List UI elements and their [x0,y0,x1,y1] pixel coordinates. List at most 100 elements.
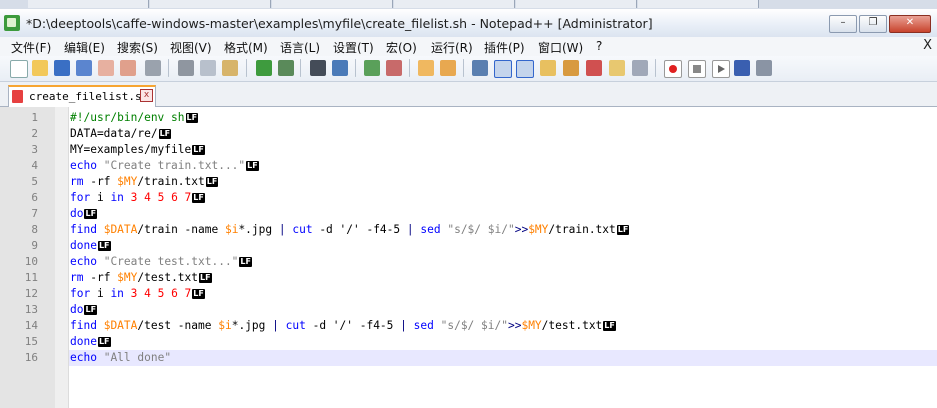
restore-button[interactable]: ❐ [859,15,887,33]
save-macro-icon[interactable] [756,60,772,76]
play-macro-icon[interactable] [712,60,730,78]
code-line[interactable]: 16 echo "All done" [0,350,937,366]
zoom-in-icon[interactable] [364,60,380,76]
code-text[interactable]: find $DATA/test -name $i*.jpg | cut -d '… [69,318,937,334]
code-line[interactable]: 15 done LF [0,334,937,350]
document-map-icon[interactable] [540,60,556,76]
cut-icon[interactable] [178,60,194,76]
code-line[interactable]: 12 for i in 3 4 5 6 7 LF [0,286,937,302]
code-line[interactable]: 3 MY=examples/myfile LF [0,142,937,158]
tab-close-icon[interactable]: x [140,89,153,102]
code-token: sed [413,319,434,332]
code-text[interactable]: rm -rf $MY/train.txt LF [69,174,937,190]
code-token: in [110,287,124,300]
code-text[interactable]: echo "All done" [69,350,937,366]
code-line[interactable]: 9 done LF [0,238,937,254]
open-file-icon[interactable] [32,60,48,76]
taskbar-tab[interactable] [516,0,637,8]
sync-vertical-icon[interactable] [418,60,434,76]
copy-icon[interactable] [200,60,216,76]
menu-macro[interactable]: 宏(O) [386,39,417,56]
folder-workspace-icon[interactable] [609,60,625,76]
code-line[interactable]: 5 rm -rf $MY/train.txt LF [0,174,937,190]
taskbar-tab[interactable] [394,0,515,8]
taskbar-tab[interactable] [638,0,759,8]
menu-language[interactable]: 语言(L) [280,39,320,56]
code-line[interactable]: 8 find $DATA/train -name $i*.jpg | cut -d… [0,222,937,238]
code-line[interactable]: 10 echo "Create test.txt..." LF [0,254,937,270]
code-line[interactable]: 2 DATA=data/re/LF [0,126,937,142]
code-text[interactable]: rm -rf $MY/test.txt LF [69,270,937,286]
code-token: | [272,319,279,332]
menu-edit[interactable]: 编辑(E) [64,39,105,56]
word-wrap-icon[interactable] [472,60,488,76]
code-text[interactable]: echo "Create train.txt..." LF [69,158,937,174]
code-text[interactable]: find $DATA/train -name $i*.jpg | cut -d … [69,222,937,238]
code-line[interactable]: 13 do LF [0,302,937,318]
redo-icon[interactable] [278,60,294,76]
close-button[interactable]: ✕ [889,15,931,33]
code-text[interactable]: DATA=data/re/LF [69,126,937,142]
taskbar-tab[interactable] [28,0,149,8]
code-text[interactable]: done LF [69,238,937,254]
code-line[interactable]: 4 echo "Create train.txt..." LF [0,158,937,174]
undo-icon[interactable] [256,60,272,76]
close-icon[interactable] [98,60,114,76]
tab-label: create_filelist.sh [29,90,149,103]
code-line[interactable]: 7 do LF [0,206,937,222]
minimize-button[interactable]: – [829,15,857,33]
editor[interactable]: 1 #!/usr/bin/env sh LF 2 DATA=data/re/LF 3 MY=… [0,107,937,408]
replace-icon[interactable] [332,60,348,76]
code-line[interactable]: 6 for i in 3 4 5 6 7 LF [0,190,937,206]
menu-settings[interactable]: 设置(T) [333,39,374,56]
menu-search[interactable]: 搜索(S) [117,39,158,56]
paste-icon[interactable] [222,60,238,76]
code-line[interactable]: 11 rm -rf $MY/test.txt LF [0,270,937,286]
menu-help[interactable]: ? [596,39,602,53]
indent-guide-icon[interactable] [516,60,534,78]
new-file-icon[interactable] [10,60,28,78]
code-text[interactable]: do LF [69,206,937,222]
tab-create-filelist[interactable]: create_filelist.sh x [8,85,156,108]
code-token: in [110,191,124,204]
stop-record-icon[interactable] [688,60,706,78]
code-token: $MY [117,175,138,188]
close-all-icon[interactable] [120,60,136,76]
code-text[interactable]: for i in 3 4 5 6 7 LF [69,190,937,206]
monitoring-icon[interactable] [632,60,648,76]
print-icon[interactable] [145,60,161,76]
code-text[interactable]: #!/usr/bin/env sh LF [69,110,937,126]
code-text[interactable]: done LF [69,334,937,350]
show-all-chars-icon[interactable] [494,60,512,78]
code-text[interactable]: do LF [69,302,937,318]
menu-format[interactable]: 格式(M) [224,39,268,56]
udl-icon[interactable] [586,60,602,76]
save-all-icon[interactable] [76,60,92,76]
sync-horizontal-icon[interactable] [440,60,456,76]
find-icon[interactable] [310,60,326,76]
menu-run[interactable]: 运行(R) [431,39,473,56]
menu-plugins[interactable]: 插件(P) [484,39,525,56]
line-number: 15 [24,335,38,348]
menu-file[interactable]: 文件(F) [11,39,51,56]
close-document-button[interactable]: X [923,38,932,53]
taskbar-tab[interactable] [272,0,393,8]
record-macro-icon[interactable] [664,60,682,78]
code-text[interactable]: MY=examples/myfile LF [69,142,937,158]
code-line[interactable]: 14 find $DATA/test -name $i*.jpg | cut -d… [0,318,937,334]
code-line[interactable]: 1 #!/usr/bin/env sh LF [0,110,937,126]
code-text[interactable]: for i in 3 4 5 6 7 LF [69,286,937,302]
run-macro-multiple-icon[interactable] [734,60,750,76]
zoom-out-icon[interactable] [386,60,402,76]
taskbar-tab[interactable] [150,0,271,8]
menu-view[interactable]: 视图(V) [170,39,212,56]
code-token: 3 4 5 6 7 [130,287,192,300]
save-icon[interactable] [54,60,70,76]
code-token: /train.txt [548,223,616,236]
code-lines: 1 #!/usr/bin/env sh LF 2 DATA=data/re/LF 3 MY=… [0,110,937,366]
code-text[interactable]: echo "Create test.txt..." LF [69,254,937,270]
code-token: $DATA [103,319,138,332]
menu-window[interactable]: 窗口(W) [538,39,583,56]
function-list-icon[interactable] [563,60,579,76]
